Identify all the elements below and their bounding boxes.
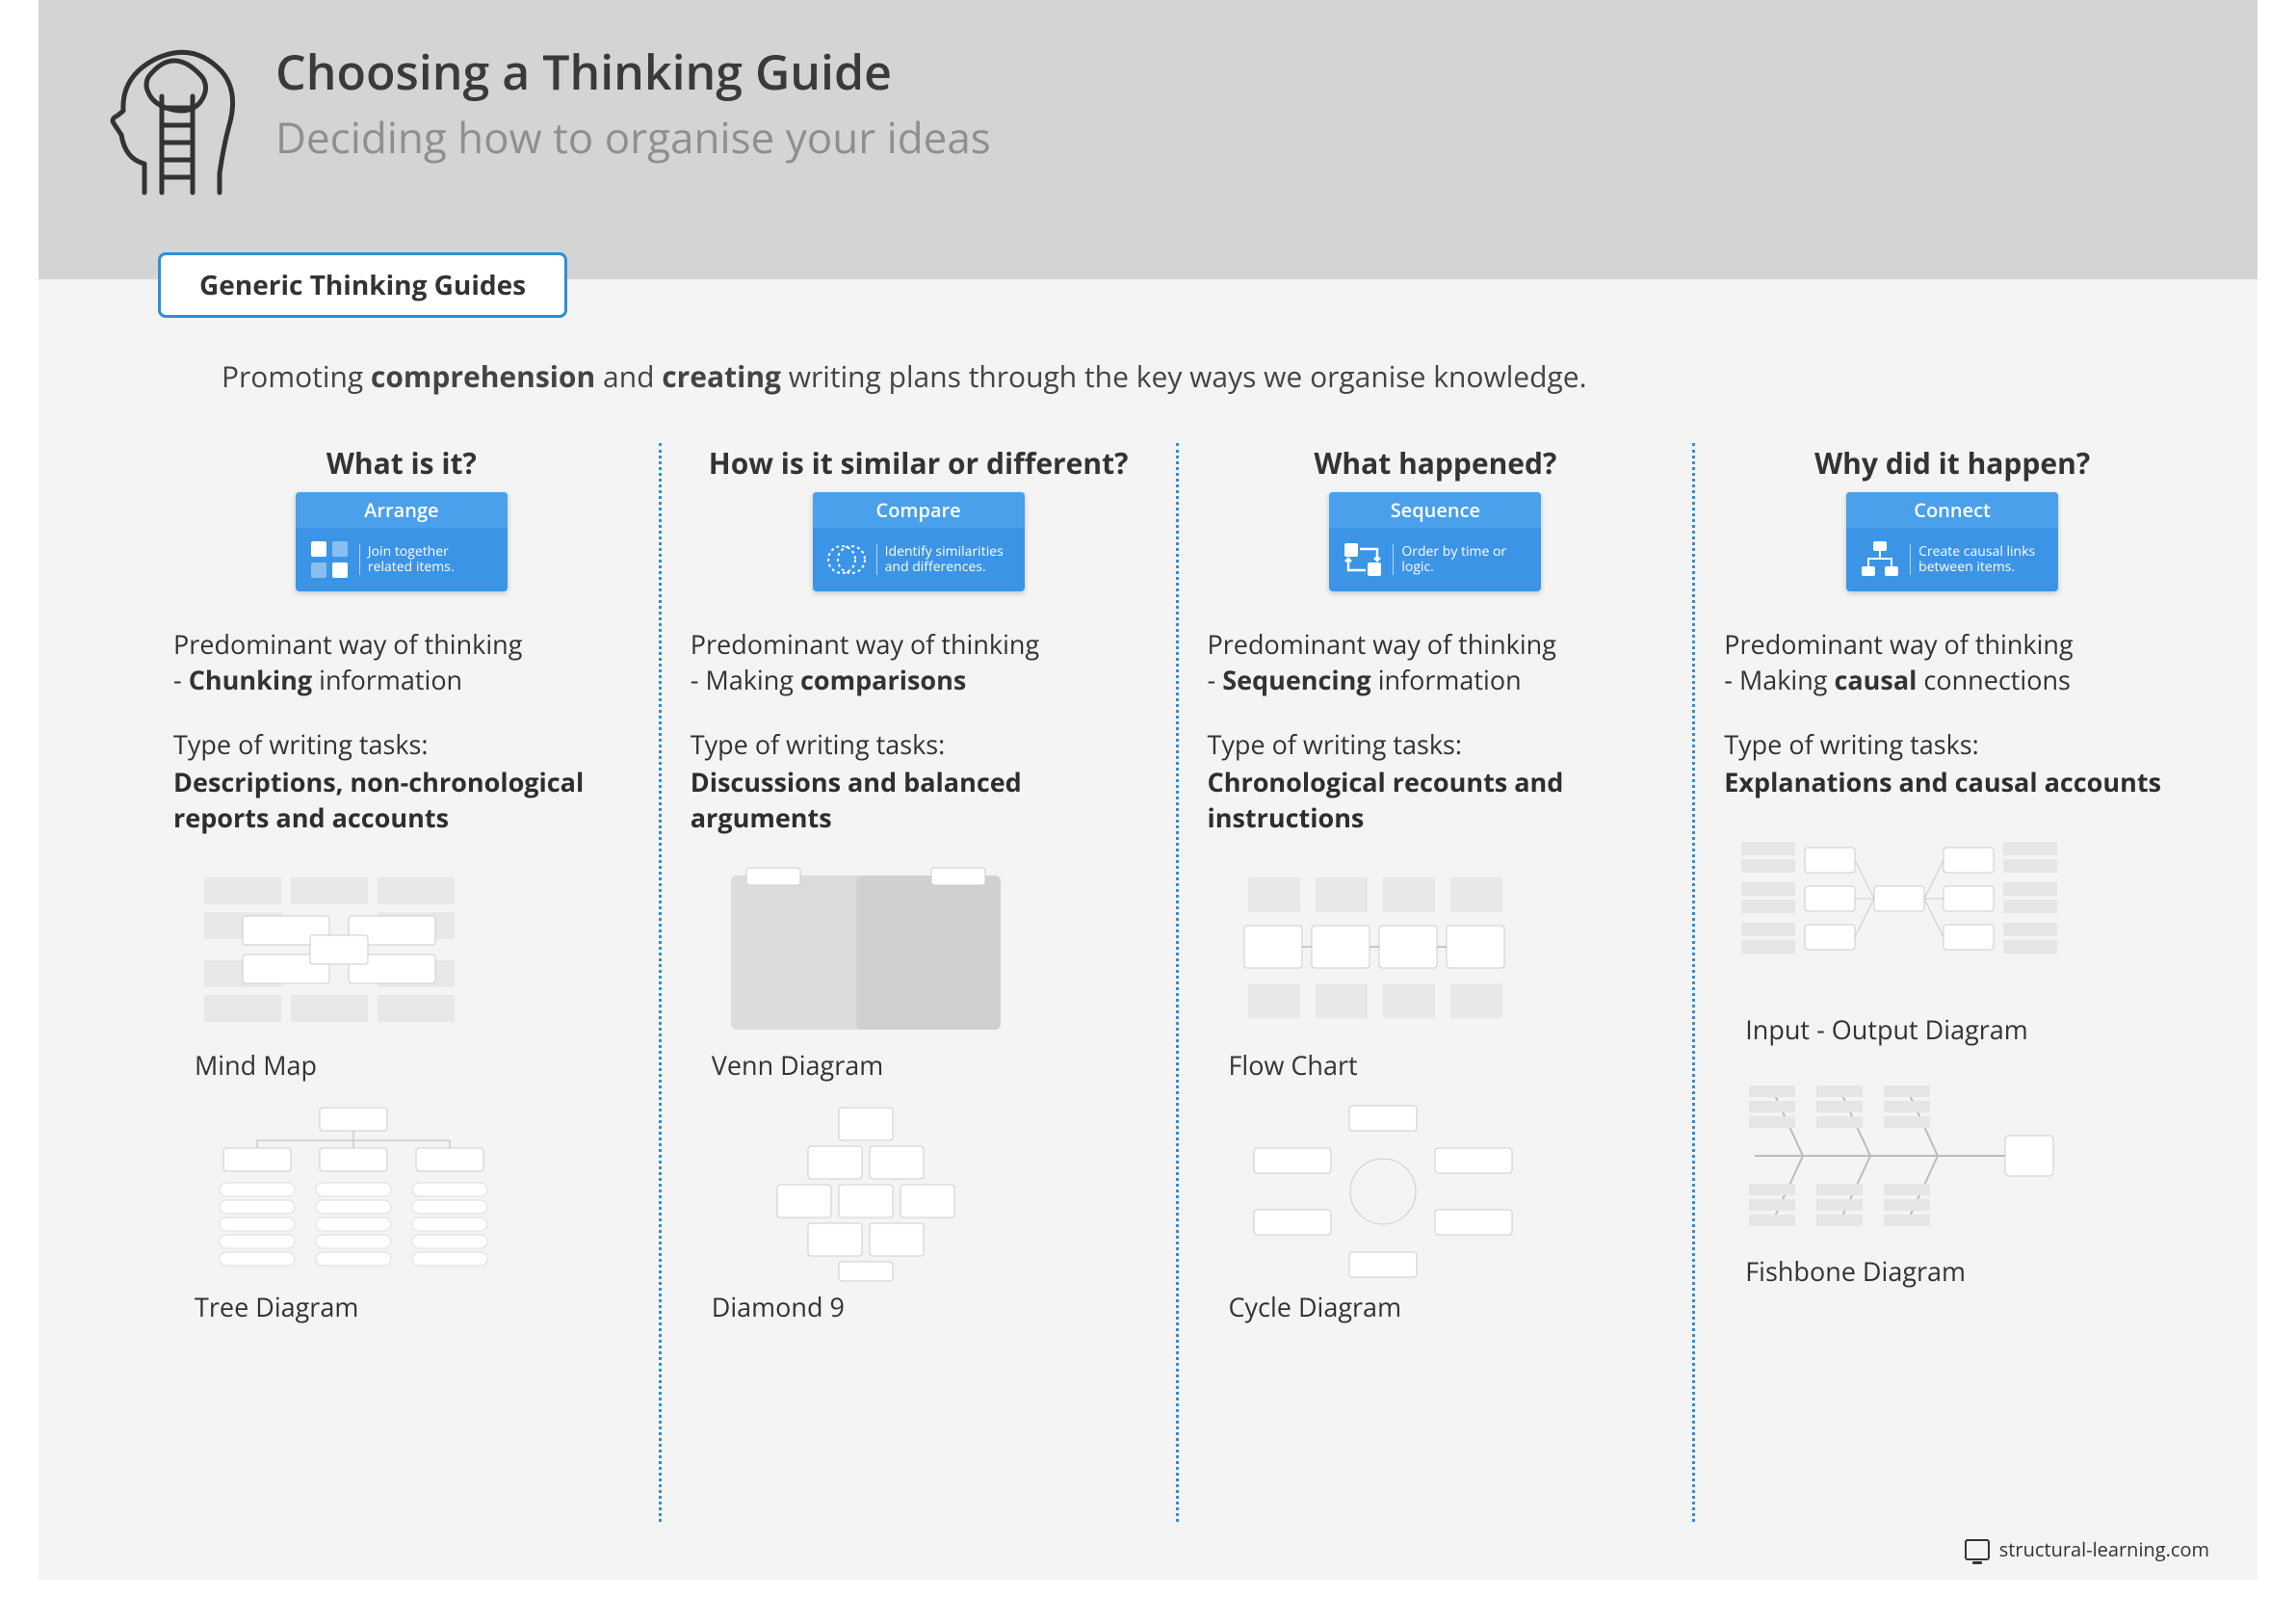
page-title: Choosing a Thinking Guide	[275, 39, 991, 104]
footer-link[interactable]: structural-learning.com	[1999, 1536, 2209, 1562]
thumb-label: Fishbone Diagram	[1745, 1253, 2180, 1289]
card-title: Sequence	[1329, 492, 1541, 528]
page-subtitle: Deciding how to organise your ideas	[275, 108, 991, 166]
column-sequence: What happened? Sequence Order by time or…	[1176, 443, 1693, 1522]
card-text: Identify similarities and differences.	[876, 544, 1013, 575]
tasks-text: Chronological recounts and instructions	[1208, 764, 1664, 835]
card-title: Connect	[1846, 492, 2058, 528]
thinking-mode: Predominant way of thinking - Making com…	[691, 626, 1147, 697]
intro-text: Promoting comprehension and creating wri…	[222, 356, 2142, 396]
column-connect: Why did it happen? Connect Create causal…	[1692, 443, 2209, 1522]
thumb-label: Venn Diagram	[712, 1047, 1147, 1083]
footer: structural-learning.com	[1965, 1536, 2209, 1562]
card-text: Order by time or logic.	[1393, 544, 1529, 575]
card-arrange: Arrange Join together related items.	[296, 492, 508, 591]
columns: What is it? Arrange Join together relate…	[144, 443, 2209, 1522]
connect-icon	[1858, 537, 1902, 582]
thumb-cycle-diagram	[1219, 1100, 1547, 1283]
sequence-icon	[1341, 537, 1385, 582]
card-compare: Compare Identify similarities and differ…	[813, 492, 1025, 591]
thumb-mind-map	[185, 858, 512, 1041]
brain-ladder-icon	[106, 39, 241, 197]
card-title: Arrange	[296, 492, 508, 528]
thumb-label: Diamond 9	[712, 1289, 1147, 1324]
question-heading: Why did it happen?	[1724, 443, 2180, 483]
card-text: Create causal links between items.	[1910, 544, 2047, 575]
tasks-text: Descriptions, non-chronological reports …	[173, 764, 630, 835]
tasks-label: Type of writing tasks:	[1208, 726, 1664, 762]
thinking-mode: Predominant way of thinking - Sequencing…	[1208, 626, 1664, 697]
monitor-icon	[1965, 1539, 1990, 1560]
thumb-input-output	[1735, 823, 2063, 1006]
column-arrange: What is it? Arrange Join together relate…	[144, 443, 659, 1522]
tab-generic-thinking-guides[interactable]: Generic Thinking Guides	[158, 252, 567, 318]
thumb-label: Mind Map	[195, 1047, 630, 1083]
card-text: Join together related items.	[359, 544, 496, 575]
thumb-label: Tree Diagram	[195, 1289, 630, 1324]
thumb-venn	[702, 858, 1030, 1041]
card-title: Compare	[813, 492, 1025, 528]
question-heading: What is it?	[173, 443, 630, 483]
question-heading: How is it similar or different?	[691, 443, 1147, 483]
tasks-label: Type of writing tasks:	[691, 726, 1147, 762]
titles: Choosing a Thinking Guide Deciding how t…	[275, 39, 991, 166]
thumb-tree-diagram	[185, 1100, 512, 1283]
tasks-text: Discussions and balanced arguments	[691, 764, 1147, 835]
page-canvas: Choosing a Thinking Guide Deciding how t…	[39, 0, 2257, 1580]
header: Choosing a Thinking Guide Deciding how t…	[39, 0, 2257, 279]
thinking-mode: Predominant way of thinking - Making cau…	[1724, 626, 2180, 697]
thinking-mode: Predominant way of thinking - Chunking i…	[173, 626, 630, 697]
tasks-label: Type of writing tasks:	[1724, 726, 2180, 762]
arrange-icon	[307, 537, 352, 582]
card-connect: Connect Create causal links between item…	[1846, 492, 2058, 591]
thumb-label: Input - Output Diagram	[1745, 1011, 2180, 1047]
thumb-label: Flow Chart	[1229, 1047, 1664, 1083]
compare-icon	[824, 537, 869, 582]
question-heading: What happened?	[1208, 443, 1664, 483]
thumb-fishbone	[1735, 1064, 2063, 1247]
column-compare: How is it similar or different? Compare …	[659, 443, 1176, 1522]
card-sequence: Sequence Order by time or logic.	[1329, 492, 1541, 591]
thumb-label: Cycle Diagram	[1229, 1289, 1664, 1324]
tasks-text: Explanations and causal accounts	[1724, 764, 2180, 799]
tasks-label: Type of writing tasks:	[173, 726, 630, 762]
thumb-diamond9	[702, 1100, 1030, 1283]
thumb-flow-chart	[1219, 858, 1547, 1041]
